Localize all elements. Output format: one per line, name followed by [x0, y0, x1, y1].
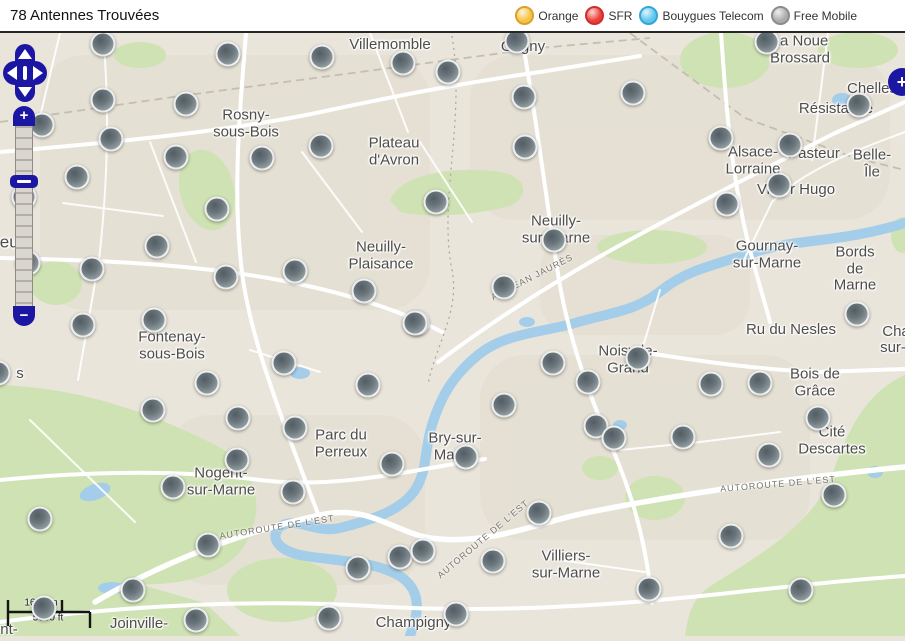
orange-swatch-icon	[515, 6, 534, 25]
antenna-marker[interactable]	[99, 127, 124, 152]
legend-label: Free Mobile	[794, 9, 857, 23]
pan-down-arrow-icon[interactable]	[18, 87, 32, 97]
antenna-marker[interactable]	[346, 556, 371, 581]
antenna-marker[interactable]	[250, 146, 275, 171]
zoom-slider-track[interactable]	[15, 126, 33, 306]
antenna-marker[interactable]	[444, 602, 469, 627]
legend-item-free: Free Mobile	[771, 6, 857, 25]
antenna-marker[interactable]	[32, 596, 57, 621]
antenna-marker[interactable]	[845, 302, 870, 327]
antenna-marker[interactable]	[352, 279, 377, 304]
antenna-marker[interactable]	[748, 371, 773, 396]
legend-label: Orange	[538, 9, 578, 23]
antenna-marker[interactable]	[541, 351, 566, 376]
sfr-swatch-icon	[585, 6, 604, 25]
antenna-marker[interactable]	[205, 197, 230, 222]
antenna-marker[interactable]	[145, 234, 170, 259]
antenna-marker[interactable]	[424, 190, 449, 215]
antenna-marker[interactable]	[436, 60, 461, 85]
antenna-marker[interactable]	[481, 549, 506, 574]
antenna-marker[interactable]	[80, 257, 105, 282]
antenna-marker[interactable]	[621, 81, 646, 106]
antenna-marker[interactable]	[822, 483, 847, 508]
antenna-marker[interactable]	[411, 539, 436, 564]
pan-left-arrow-icon[interactable]	[7, 66, 17, 80]
map-canvas[interactable]	[0, 0, 905, 641]
antenna-marker[interactable]	[527, 501, 552, 526]
antenna-marker[interactable]	[757, 443, 782, 468]
header-bar: 78 Antennes Trouvées Orange SFR Bouygues…	[0, 0, 905, 33]
pan-up-arrow-icon[interactable]	[18, 49, 32, 59]
zoom-slider-handle[interactable]	[10, 175, 38, 188]
pan-right-arrow-icon[interactable]	[33, 66, 43, 80]
antenna-marker[interactable]	[216, 42, 241, 67]
antenna-marker[interactable]	[28, 507, 53, 532]
antenna-marker[interactable]	[380, 452, 405, 477]
antenna-marker[interactable]	[91, 32, 116, 57]
antenna-marker[interactable]	[391, 51, 416, 76]
legend-item-bouygues: Bouygues Telecom	[639, 6, 763, 25]
antenna-marker[interactable]	[671, 425, 696, 450]
legend-label: SFR	[608, 9, 632, 23]
antenna-marker[interactable]	[283, 416, 308, 441]
antenna-marker[interactable]	[719, 524, 744, 549]
antenna-marker[interactable]	[454, 445, 479, 470]
antenna-marker[interactable]	[767, 173, 792, 198]
antenna-marker[interactable]	[65, 165, 90, 190]
antenna-marker[interactable]	[141, 398, 166, 423]
page-title: 78 Antennes Trouvées	[10, 7, 159, 24]
antenna-marker[interactable]	[403, 311, 428, 336]
antenna-marker[interactable]	[789, 578, 814, 603]
antenna-marker[interactable]	[709, 126, 734, 151]
antenna-marker[interactable]	[195, 371, 220, 396]
legend-item-orange: Orange	[515, 6, 578, 25]
bouygues-swatch-icon	[639, 6, 658, 25]
antenna-marker[interactable]	[164, 145, 189, 170]
antenna-marker[interactable]	[388, 545, 413, 570]
antenna-marker[interactable]	[161, 475, 186, 500]
antenna-marker[interactable]	[356, 373, 381, 398]
antenna-marker[interactable]	[214, 265, 239, 290]
map-tiles	[0, 0, 905, 636]
antenna-marker[interactable]	[637, 577, 662, 602]
legend-label: Bouygues Telecom	[662, 9, 763, 23]
antenna-marker[interactable]	[283, 259, 308, 284]
antenna-marker[interactable]	[715, 192, 740, 217]
antenna-marker[interactable]	[310, 45, 335, 70]
antenna-marker[interactable]	[317, 606, 342, 631]
antenna-marker[interactable]	[512, 85, 537, 110]
antenna-marker[interactable]	[142, 308, 167, 333]
antenna-marker[interactable]	[272, 351, 297, 376]
operator-legend: Orange SFR Bouygues Telecom Free Mobile	[515, 6, 857, 25]
antenna-marker[interactable]	[699, 372, 724, 397]
antenna-marker[interactable]	[121, 578, 146, 603]
antenna-marker[interactable]	[225, 448, 250, 473]
antenna-marker[interactable]	[778, 133, 803, 158]
zoom-in-button[interactable]: +	[13, 106, 35, 126]
antenna-marker[interactable]	[91, 88, 116, 113]
legend-item-sfr: SFR	[585, 6, 632, 25]
antenna-marker[interactable]	[174, 92, 199, 117]
compass-center-slot	[23, 66, 27, 80]
antenna-marker[interactable]	[806, 406, 831, 431]
antenna-marker[interactable]	[847, 93, 872, 118]
antenna-marker[interactable]	[513, 135, 538, 160]
antenna-marker[interactable]	[602, 426, 627, 451]
pan-compass	[3, 44, 47, 102]
antenna-map-page: { "header": { "title": "78 Antennes Trou…	[0, 0, 905, 636]
antenna-marker[interactable]	[626, 346, 651, 371]
free-swatch-icon	[771, 6, 790, 25]
antenna-marker[interactable]	[309, 134, 334, 159]
antenna-marker[interactable]	[226, 406, 251, 431]
antenna-marker[interactable]	[755, 30, 780, 55]
antenna-marker[interactable]	[492, 275, 517, 300]
antenna-marker[interactable]	[184, 608, 209, 633]
antenna-marker[interactable]	[196, 533, 221, 558]
antenna-marker[interactable]	[71, 313, 96, 338]
antenna-marker[interactable]	[576, 370, 601, 395]
antenna-marker[interactable]	[492, 393, 517, 418]
antenna-marker[interactable]	[542, 228, 567, 253]
antenna-marker[interactable]	[281, 480, 306, 505]
